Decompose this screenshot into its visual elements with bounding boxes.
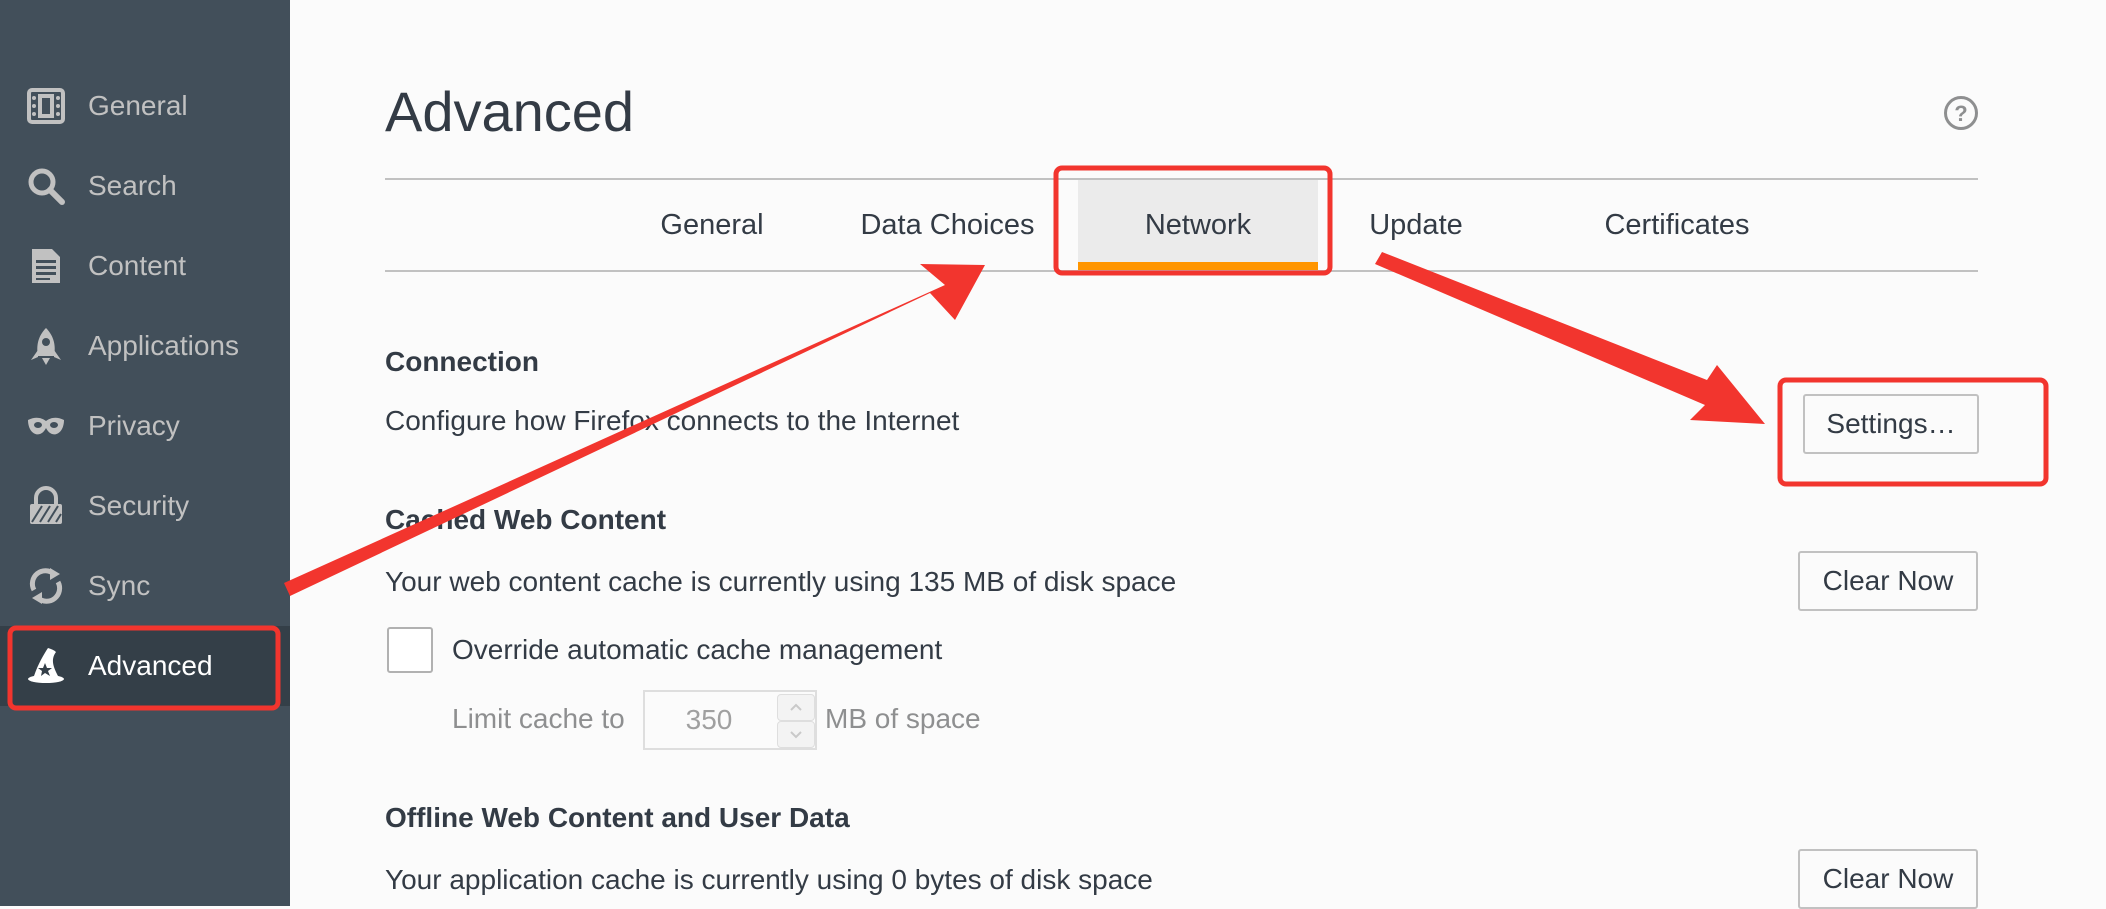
connection-section-title: Connection xyxy=(385,346,539,377)
sidebar-item-label: Advanced xyxy=(88,650,213,681)
sidebar-item-label: Privacy xyxy=(88,410,180,441)
cache-description: Your web content cache is currently usin… xyxy=(385,566,1177,597)
clear-cache-button[interactable]: Clear Now xyxy=(1798,551,1978,611)
tab-network[interactable]: Network xyxy=(1078,180,1318,270)
sidebar-item-search[interactable]: Search xyxy=(0,146,290,226)
general-icon xyxy=(26,86,66,126)
sidebar-item-sync[interactable]: Sync xyxy=(0,546,290,626)
sidebar-item-label: General xyxy=(88,90,188,121)
sidebar-item-applications[interactable]: Applications xyxy=(0,306,290,386)
decrement-arrow-icon[interactable] xyxy=(777,721,815,748)
override-cache-label: Override automatic cache management xyxy=(452,634,943,665)
connection-settings-button[interactable]: Settings… xyxy=(1803,394,1979,454)
sidebar-item-label: Applications xyxy=(88,330,239,361)
security-icon xyxy=(26,486,66,526)
clear-offline-data-button[interactable]: Clear Now xyxy=(1798,849,1978,909)
tab-certificates[interactable]: Certificates xyxy=(1585,180,1769,270)
override-cache-checkbox[interactable] xyxy=(387,627,433,673)
tab-general[interactable]: General xyxy=(585,180,839,270)
offline-section-title: Offline Web Content and User Data xyxy=(385,802,850,833)
sidebar-item-privacy[interactable]: Privacy xyxy=(0,386,290,466)
offline-description: Your application cache is currently usin… xyxy=(385,864,1153,895)
page-title: Advanced xyxy=(385,80,635,143)
increment-arrow-icon[interactable] xyxy=(777,694,815,721)
tab-bar: General Data Choices Network Update Cert… xyxy=(385,178,1978,272)
cache-limit-input[interactable] xyxy=(645,692,773,748)
sidebar-item-security[interactable]: Security xyxy=(0,466,290,546)
annotation-overlay xyxy=(7,165,2049,711)
limit-cache-label: Limit cache to xyxy=(452,703,625,734)
arrow-to-settings-button xyxy=(1375,252,1765,424)
advanced-icon xyxy=(26,646,66,686)
connection-description: Configure how Firefox connects to the In… xyxy=(385,405,960,436)
limit-cache-unit-label: MB of space xyxy=(825,703,981,734)
applications-icon xyxy=(26,326,66,366)
question-mark-icon[interactable]: ? xyxy=(1943,95,1979,131)
privacy-icon xyxy=(26,406,66,446)
content-icon xyxy=(26,246,66,286)
sidebar-item-label: Sync xyxy=(88,570,151,601)
tab-data-choices[interactable]: Data Choices xyxy=(825,180,1070,270)
sidebar: General Search Content Applications Priv… xyxy=(0,0,290,906)
svg-text:?: ? xyxy=(1954,101,1967,126)
sidebar-item-general[interactable]: General xyxy=(0,66,290,146)
sidebar-item-label: Content xyxy=(88,250,187,281)
search-icon xyxy=(26,166,66,206)
sidebar-item-label: Search xyxy=(88,170,177,201)
cache-limit-stepper xyxy=(643,690,817,750)
tab-update[interactable]: Update xyxy=(1333,180,1499,270)
sync-icon xyxy=(26,566,66,606)
sidebar-item-content[interactable]: Content xyxy=(0,226,290,306)
sidebar-item-label: Security xyxy=(88,490,190,521)
sidebar-item-advanced[interactable]: Advanced xyxy=(0,626,290,706)
cache-section-title: Cached Web Content xyxy=(385,504,667,535)
